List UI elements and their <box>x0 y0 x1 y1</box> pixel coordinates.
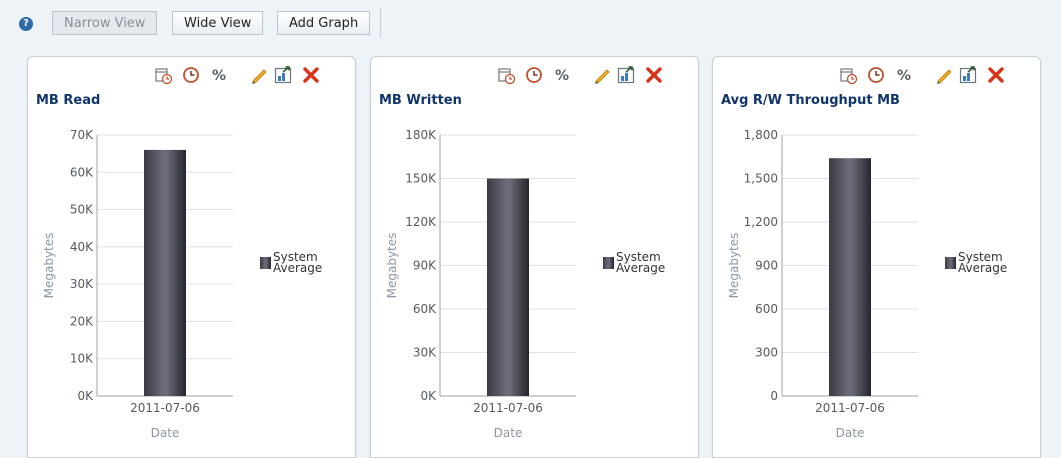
graph-panel-mb-written: MB Written% 0K 30K 60K 90K 120K 150K 180K 2011-0… <box>370 56 699 458</box>
y-axis-title: Megabytes <box>727 233 741 299</box>
y-tick-label: 120K <box>405 215 437 229</box>
y-tick-label: 900 <box>755 259 778 273</box>
bar[interactable] <box>487 178 529 397</box>
narrow-view-button[interactable]: Narrow View <box>52 11 158 35</box>
y-tick-label: 0K <box>77 389 94 403</box>
bar-chart: 0K 30K 60K 90K 120K 150K 180K 2011-07-06 Date Meg… <box>385 128 665 440</box>
y-tick-label: 30K <box>413 346 437 360</box>
help-icon[interactable]: ? <box>19 17 33 31</box>
bar[interactable] <box>829 158 871 396</box>
y-tick-label: 300 <box>755 346 778 360</box>
toolbar: ? Narrow View Wide View Add Graph <box>0 0 1061 44</box>
graph-panel-mb-read: MB Read% 0K 10K 20K 30K 40K 50K 60K 70K 2011-07-0… <box>27 56 356 458</box>
y-tick-label: 600 <box>755 302 778 316</box>
y-tick-label: 20K <box>70 314 94 328</box>
legend-swatch <box>260 257 271 269</box>
y-tick-label: 180K <box>405 128 437 142</box>
x-tick-label: 2011-07-06 <box>473 401 543 415</box>
y-tick-label: 70K <box>70 128 94 142</box>
legend-swatch <box>945 257 956 269</box>
y-tick-label: 1,800 <box>744 128 778 142</box>
legend: SystemAverage <box>603 250 665 275</box>
wide-view-button[interactable]: Wide View <box>172 11 264 35</box>
y-tick-label: 150K <box>405 172 437 186</box>
legend-label: Average <box>616 261 665 275</box>
x-axis-title: Date <box>494 426 523 440</box>
x-axis-title: Date <box>151 426 180 440</box>
legend-swatch <box>603 257 614 269</box>
x-tick-label: 2011-07-06 <box>815 401 885 415</box>
y-tick-label: 40K <box>70 240 94 254</box>
y-axis-title: Megabytes <box>385 233 399 299</box>
y-tick-label: 30K <box>70 277 94 291</box>
y-tick-label: 50K <box>70 203 94 217</box>
y-tick-label: 60K <box>413 302 437 316</box>
legend-label: Average <box>273 261 322 275</box>
add-graph-button[interactable]: Add Graph <box>277 11 371 35</box>
legend: SystemAverage <box>260 250 322 275</box>
y-tick-label: 1,500 <box>744 172 778 186</box>
y-tick-label: 60K <box>70 165 94 179</box>
y-tick-label: 10K <box>70 352 94 366</box>
bar-chart: 0 300 600 900 1,200 1,500 1,800 2011-07-06 Date M… <box>727 128 1007 440</box>
y-tick-label: 0K <box>420 389 437 403</box>
x-axis-title: Date <box>836 426 865 440</box>
bar[interactable] <box>144 149 186 396</box>
toolbar-divider <box>380 8 381 38</box>
y-axis-title: Megabytes <box>42 233 56 299</box>
legend-label: Average <box>958 261 1007 275</box>
legend: SystemAverage <box>945 250 1007 275</box>
x-tick-label: 2011-07-06 <box>130 401 200 415</box>
y-tick-label: 90K <box>413 259 437 273</box>
bar-chart: 0K 10K 20K 30K 40K 50K 60K 70K 2011-07-06 Date Meg… <box>42 128 322 440</box>
y-tick-label: 0 <box>770 389 778 403</box>
graph-panel-avg-rw-throughput: Avg R/W Throughput MB% 0 300 600 900 1,200 1,5… <box>712 56 1041 458</box>
y-tick-label: 1,200 <box>744 215 778 229</box>
